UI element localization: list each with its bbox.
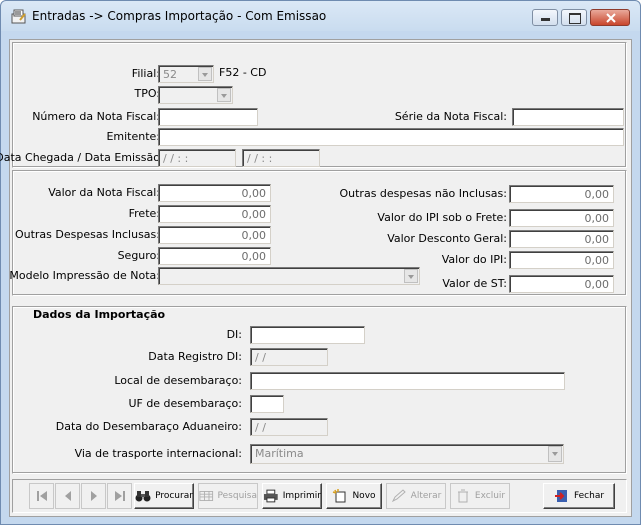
- ipi-input[interactable]: 0,00: [509, 251, 614, 269]
- first-record-icon: [36, 491, 47, 501]
- imprimir-label: Imprimir: [282, 491, 321, 501]
- previous-record-icon: [64, 491, 71, 501]
- next-record-button[interactable]: [81, 483, 106, 509]
- nota-fiscal-input[interactable]: [158, 108, 258, 126]
- desconto-input[interactable]: 0,00: [509, 230, 614, 248]
- new-document-icon: [333, 489, 346, 503]
- filial-label: Filial:: [131, 67, 160, 80]
- seguro-label: Seguro:: [117, 249, 160, 262]
- excluir-button[interactable]: Excluir: [450, 483, 510, 509]
- datas-label: Data Chegada / Data Emissão: [0, 151, 160, 164]
- data-desembaraco-input[interactable]: / /: [250, 418, 328, 436]
- importacao-panel: Dados da Importação DI: Data Registro DI…: [12, 306, 627, 474]
- nota-fiscal-label: Número da Nota Fiscal:: [32, 110, 160, 123]
- local-desembaraco-input[interactable]: [250, 372, 565, 390]
- first-record-button[interactable]: [29, 483, 54, 509]
- tpo-label: TPO:: [134, 87, 160, 100]
- minimize-icon: [541, 18, 550, 21]
- bottom-toolbar: Procurar Pesquisa Imprimir Novo Alterar …: [12, 479, 627, 513]
- data-desembaraco-label: Data do Desembaraço Aduaneiro:: [55, 420, 242, 433]
- frete-input[interactable]: 0,00: [158, 205, 271, 223]
- valor-nf-label: Valor da Nota Fiscal:: [48, 186, 160, 199]
- main-window: Entradas -> Compras Importação - Com Emi…: [0, 0, 641, 525]
- data-registro-label: Data Registro DI:: [148, 350, 242, 363]
- edit-icon: [391, 489, 406, 503]
- ipi-frete-input[interactable]: 0,00: [509, 209, 614, 227]
- data-chegada-input[interactable]: / / : :: [158, 149, 236, 167]
- filial-combo[interactable]: 52: [158, 65, 214, 83]
- data-emissao-input[interactable]: / / : :: [242, 149, 320, 167]
- novo-button[interactable]: Novo: [326, 483, 382, 509]
- alterar-label: Alterar: [410, 491, 442, 501]
- desconto-label: Valor Desconto Geral:: [387, 232, 507, 245]
- trash-icon: [457, 489, 468, 503]
- outras-inclusas-input[interactable]: 0,00: [158, 226, 271, 244]
- maximize-button[interactable]: [561, 9, 587, 26]
- next-record-icon: [90, 491, 97, 501]
- maximize-icon: [569, 13, 581, 24]
- data-registro-input[interactable]: / /: [250, 348, 328, 366]
- seguro-input[interactable]: 0,00: [158, 247, 271, 265]
- minimize-button[interactable]: [532, 9, 558, 26]
- excluir-label: Excluir: [474, 491, 506, 501]
- emitente-input[interactable]: [158, 128, 624, 146]
- st-input[interactable]: 0,00: [509, 275, 614, 293]
- outras-nao-inclusas-input[interactable]: 0,00: [509, 185, 614, 203]
- outras-nao-inclusas-label: Outras despesas não Inclusas:: [339, 187, 507, 200]
- form-client-area: Filial: 52 F52 - CD TPO: Número da Nota …: [0, 39, 632, 517]
- modelo-impressao-label: Modelo Impressão de Nota:: [9, 269, 160, 282]
- grid-icon: [199, 491, 214, 501]
- valores-panel: Valor da Nota Fiscal: 0,00 Frete: 0,00 O…: [9, 170, 627, 296]
- filial-value: 52: [163, 68, 177, 81]
- filial-description: F52 - CD: [219, 66, 267, 79]
- via-transporte-label: Via de trasporte internacional:: [74, 447, 242, 460]
- di-input[interactable]: [250, 326, 365, 344]
- pesquisa-label: Pesquisa: [217, 491, 257, 501]
- chevron-down-icon[interactable]: [217, 88, 231, 102]
- via-transporte-combo[interactable]: Marítima: [250, 444, 564, 464]
- tpo-combo[interactable]: [158, 86, 233, 104]
- frete-label: Frete:: [128, 207, 160, 220]
- emitente-label: Emitente:: [106, 130, 160, 143]
- chevron-down-icon[interactable]: [404, 269, 418, 283]
- modelo-impressao-combo[interactable]: [158, 267, 420, 285]
- window-title: Entradas -> Compras Importação - Com Emi…: [32, 9, 327, 23]
- fechar-label: Fechar: [573, 491, 605, 501]
- serie-label: Série da Nota Fiscal:: [394, 110, 507, 123]
- alterar-button[interactable]: Alterar: [386, 483, 446, 509]
- di-label: DI:: [226, 328, 242, 341]
- ipi-frete-label: Valor do IPI sob o Frete:: [377, 211, 507, 224]
- header-panel: Filial: 52 F52 - CD TPO: Número da Nota …: [0, 42, 627, 168]
- via-transporte-value: Marítima: [255, 447, 304, 460]
- chevron-down-icon[interactable]: [198, 67, 212, 81]
- importacao-section-title: Dados da Importação: [33, 308, 166, 321]
- last-record-button[interactable]: [107, 483, 132, 509]
- serie-input[interactable]: [512, 108, 624, 126]
- procurar-button[interactable]: Procurar: [134, 483, 194, 509]
- uf-desembaraco-label: UF de desembaraço:: [128, 397, 242, 410]
- procurar-label: Procurar: [155, 491, 193, 501]
- pesquisa-button[interactable]: Pesquisa: [198, 483, 258, 509]
- binoculars-icon: [135, 491, 151, 502]
- chevron-down-icon[interactable]: [548, 446, 562, 462]
- previous-record-button[interactable]: [55, 483, 80, 509]
- fechar-button[interactable]: Fechar: [543, 483, 615, 509]
- last-record-icon: [114, 491, 125, 501]
- close-icon: [606, 13, 616, 23]
- exit-icon: [554, 490, 567, 502]
- close-button[interactable]: [590, 9, 630, 26]
- novo-label: Novo: [352, 491, 376, 501]
- uf-desembaraco-input[interactable]: [250, 395, 284, 413]
- valor-nf-input[interactable]: 0,00: [158, 184, 271, 202]
- st-label: Valor de ST:: [442, 277, 507, 290]
- app-icon: [11, 9, 26, 24]
- printer-icon: [263, 489, 278, 503]
- ipi-label: Valor do IPI:: [441, 253, 507, 266]
- outras-inclusas-label: Outras Despesas Inclusas:: [14, 228, 160, 241]
- imprimir-button[interactable]: Imprimir: [262, 483, 322, 509]
- local-desembaraco-label: Local de desembaraço:: [114, 374, 242, 387]
- title-bar: Entradas -> Compras Importação - Com Emi…: [1, 1, 640, 31]
